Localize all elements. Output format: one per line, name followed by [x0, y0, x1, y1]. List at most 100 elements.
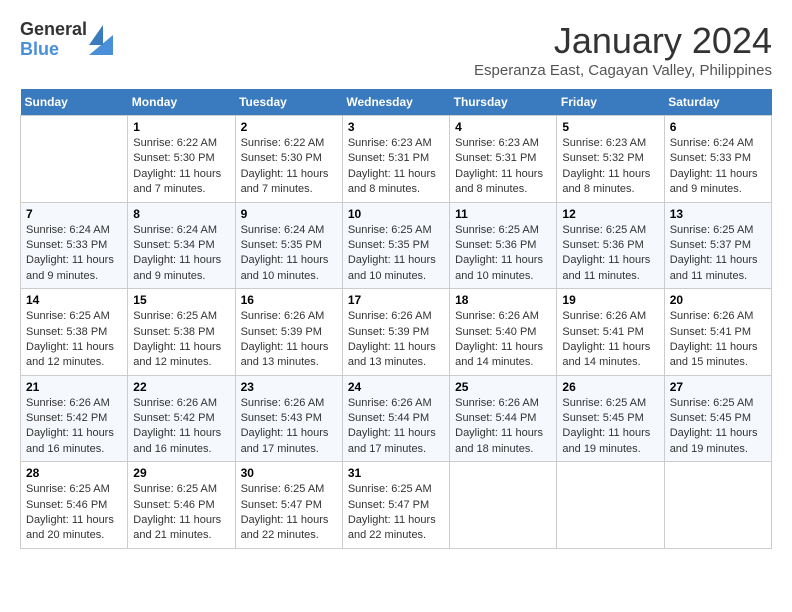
- day-number: 20: [670, 293, 766, 307]
- calendar-cell: 25 Sunrise: 6:26 AM Sunset: 5:44 PM Dayli…: [450, 375, 557, 462]
- page-header: General Blue January 2024 Esperanza East…: [20, 20, 772, 79]
- day-info: Sunrise: 6:25 AM Sunset: 5:45 PM Dayligh…: [670, 396, 766, 458]
- day-info: Sunrise: 6:23 AM Sunset: 5:31 PM Dayligh…: [455, 136, 551, 198]
- day-info: Sunrise: 6:24 AM Sunset: 5:34 PM Dayligh…: [133, 223, 229, 285]
- day-info: Sunrise: 6:25 AM Sunset: 5:45 PM Dayligh…: [562, 396, 658, 458]
- day-number: 5: [562, 120, 658, 134]
- calendar-cell: 9 Sunrise: 6:24 AM Sunset: 5:35 PM Daylig…: [235, 202, 342, 289]
- logo: General Blue: [20, 20, 113, 60]
- day-info: Sunrise: 6:25 AM Sunset: 5:37 PM Dayligh…: [670, 223, 766, 285]
- day-number: 8: [133, 207, 229, 221]
- calendar-cell: 17Sunrise: 6:26 AM Sunset: 5:39 PM Dayli…: [342, 289, 449, 376]
- calendar-cell: 1Sunrise: 6:22 AM Sunset: 5:30 PM Daylig…: [128, 116, 235, 203]
- day-number: 21: [26, 380, 122, 394]
- calendar-cell: [21, 116, 128, 203]
- logo-icon: [89, 25, 113, 55]
- day-info: Sunrise: 6:26 AM Sunset: 5:44 PM Dayligh…: [455, 396, 551, 458]
- calendar-cell: 10Sunrise: 6:25 AM Sunset: 5:35 PM Dayli…: [342, 202, 449, 289]
- day-number: 9: [241, 207, 337, 221]
- week-row-4: 21 Sunrise: 6:26 AM Sunset: 5:42 PM Dayli…: [21, 375, 772, 462]
- calendar-cell: 16 Sunrise: 6:26 AM Sunset: 5:39 PM Dayli…: [235, 289, 342, 376]
- week-row-2: 7Sunrise: 6:24 AM Sunset: 5:33 PM Daylig…: [21, 202, 772, 289]
- calendar-cell: 26 Sunrise: 6:25 AM Sunset: 5:45 PM Dayli…: [557, 375, 664, 462]
- day-info: Sunrise: 6:25 AM Sunset: 5:38 PM Dayligh…: [26, 309, 122, 371]
- calendar-cell: 22 Sunrise: 6:26 AM Sunset: 5:42 PM Dayli…: [128, 375, 235, 462]
- day-info: Sunrise: 6:24 AM Sunset: 5:33 PM Dayligh…: [670, 136, 766, 198]
- day-number: 23: [241, 380, 337, 394]
- calendar-cell: 29 Sunrise: 6:25 AM Sunset: 5:46 PM Dayli…: [128, 462, 235, 549]
- calendar-cell: 19 Sunrise: 6:26 AM Sunset: 5:41 PM Dayli…: [557, 289, 664, 376]
- day-info: Sunrise: 6:23 AM Sunset: 5:32 PM Dayligh…: [562, 136, 658, 198]
- day-info: Sunrise: 6:25 AM Sunset: 5:46 PM Dayligh…: [133, 482, 229, 544]
- calendar-cell: 5 Sunrise: 6:23 AM Sunset: 5:32 PM Daylig…: [557, 116, 664, 203]
- day-number: 22: [133, 380, 229, 394]
- day-number: 29: [133, 466, 229, 480]
- day-info: Sunrise: 6:26 AM Sunset: 5:42 PM Dayligh…: [133, 396, 229, 458]
- column-header-thursday: Thursday: [450, 89, 557, 116]
- day-info: Sunrise: 6:26 AM Sunset: 5:42 PM Dayligh…: [26, 396, 122, 458]
- day-info: Sunrise: 6:26 AM Sunset: 5:41 PM Dayligh…: [562, 309, 658, 371]
- calendar-cell: 31Sunrise: 6:25 AM Sunset: 5:47 PM Dayli…: [342, 462, 449, 549]
- day-number: 1: [133, 120, 229, 134]
- location-subtitle: Esperanza East, Cagayan Valley, Philippi…: [474, 62, 772, 79]
- day-number: 30: [241, 466, 337, 480]
- day-info: Sunrise: 6:26 AM Sunset: 5:39 PM Dayligh…: [348, 309, 444, 371]
- day-number: 14: [26, 293, 122, 307]
- day-info: Sunrise: 6:25 AM Sunset: 5:47 PM Dayligh…: [241, 482, 337, 544]
- calendar-cell: 21 Sunrise: 6:26 AM Sunset: 5:42 PM Dayli…: [21, 375, 128, 462]
- day-number: 4: [455, 120, 551, 134]
- day-number: 15: [133, 293, 229, 307]
- day-number: 3: [348, 120, 444, 134]
- calendar-cell: 18 Sunrise: 6:26 AM Sunset: 5:40 PM Dayli…: [450, 289, 557, 376]
- day-info: Sunrise: 6:26 AM Sunset: 5:44 PM Dayligh…: [348, 396, 444, 458]
- calendar-cell: 14 Sunrise: 6:25 AM Sunset: 5:38 PM Dayli…: [21, 289, 128, 376]
- day-info: Sunrise: 6:24 AM Sunset: 5:33 PM Dayligh…: [26, 223, 122, 285]
- calendar-cell: [450, 462, 557, 549]
- week-row-5: 28 Sunrise: 6:25 AM Sunset: 5:46 PM Dayli…: [21, 462, 772, 549]
- day-info: Sunrise: 6:25 AM Sunset: 5:35 PM Dayligh…: [348, 223, 444, 285]
- day-info: Sunrise: 6:26 AM Sunset: 5:39 PM Dayligh…: [241, 309, 337, 371]
- logo-blue-text: Blue: [20, 40, 87, 60]
- day-number: 16: [241, 293, 337, 307]
- week-row-3: 14 Sunrise: 6:25 AM Sunset: 5:38 PM Dayli…: [21, 289, 772, 376]
- calendar-cell: 12Sunrise: 6:25 AM Sunset: 5:36 PM Dayli…: [557, 202, 664, 289]
- day-info: Sunrise: 6:26 AM Sunset: 5:43 PM Dayligh…: [241, 396, 337, 458]
- day-number: 28: [26, 466, 122, 480]
- day-info: Sunrise: 6:24 AM Sunset: 5:35 PM Dayligh…: [241, 223, 337, 285]
- day-number: 18: [455, 293, 551, 307]
- calendar-table: SundayMondayTuesdayWednesdayThursdayFrid…: [20, 89, 772, 549]
- calendar-cell: 20 Sunrise: 6:26 AM Sunset: 5:41 PM Dayli…: [664, 289, 771, 376]
- day-number: 11: [455, 207, 551, 221]
- calendar-cell: 30 Sunrise: 6:25 AM Sunset: 5:47 PM Dayli…: [235, 462, 342, 549]
- day-number: 6: [670, 120, 766, 134]
- column-header-wednesday: Wednesday: [342, 89, 449, 116]
- day-number: 19: [562, 293, 658, 307]
- calendar-cell: 4 Sunrise: 6:23 AM Sunset: 5:31 PM Daylig…: [450, 116, 557, 203]
- column-header-friday: Friday: [557, 89, 664, 116]
- day-number: 26: [562, 380, 658, 394]
- calendar-cell: 23 Sunrise: 6:26 AM Sunset: 5:43 PM Dayli…: [235, 375, 342, 462]
- day-number: 25: [455, 380, 551, 394]
- day-number: 13: [670, 207, 766, 221]
- calendar-cell: 27 Sunrise: 6:25 AM Sunset: 5:45 PM Dayli…: [664, 375, 771, 462]
- calendar-header-row: SundayMondayTuesdayWednesdayThursdayFrid…: [21, 89, 772, 116]
- title-section: January 2024 Esperanza East, Cagayan Val…: [474, 20, 772, 79]
- day-number: 27: [670, 380, 766, 394]
- day-info: Sunrise: 6:25 AM Sunset: 5:38 PM Dayligh…: [133, 309, 229, 371]
- calendar-cell: 15 Sunrise: 6:25 AM Sunset: 5:38 PM Dayli…: [128, 289, 235, 376]
- day-info: Sunrise: 6:26 AM Sunset: 5:41 PM Dayligh…: [670, 309, 766, 371]
- column-header-saturday: Saturday: [664, 89, 771, 116]
- calendar-cell: [557, 462, 664, 549]
- day-info: Sunrise: 6:25 AM Sunset: 5:36 PM Dayligh…: [455, 223, 551, 285]
- week-row-1: 1Sunrise: 6:22 AM Sunset: 5:30 PM Daylig…: [21, 116, 772, 203]
- day-number: 24: [348, 380, 444, 394]
- logo-general-text: General: [20, 20, 87, 40]
- day-number: 12: [562, 207, 658, 221]
- calendar-cell: 11 Sunrise: 6:25 AM Sunset: 5:36 PM Dayli…: [450, 202, 557, 289]
- day-number: 31: [348, 466, 444, 480]
- calendar-cell: 28Sunrise: 6:25 AM Sunset: 5:46 PM Dayli…: [21, 462, 128, 549]
- column-header-monday: Monday: [128, 89, 235, 116]
- calendar-cell: 3Sunrise: 6:23 AM Sunset: 5:31 PM Daylig…: [342, 116, 449, 203]
- day-info: Sunrise: 6:26 AM Sunset: 5:40 PM Dayligh…: [455, 309, 551, 371]
- column-header-tuesday: Tuesday: [235, 89, 342, 116]
